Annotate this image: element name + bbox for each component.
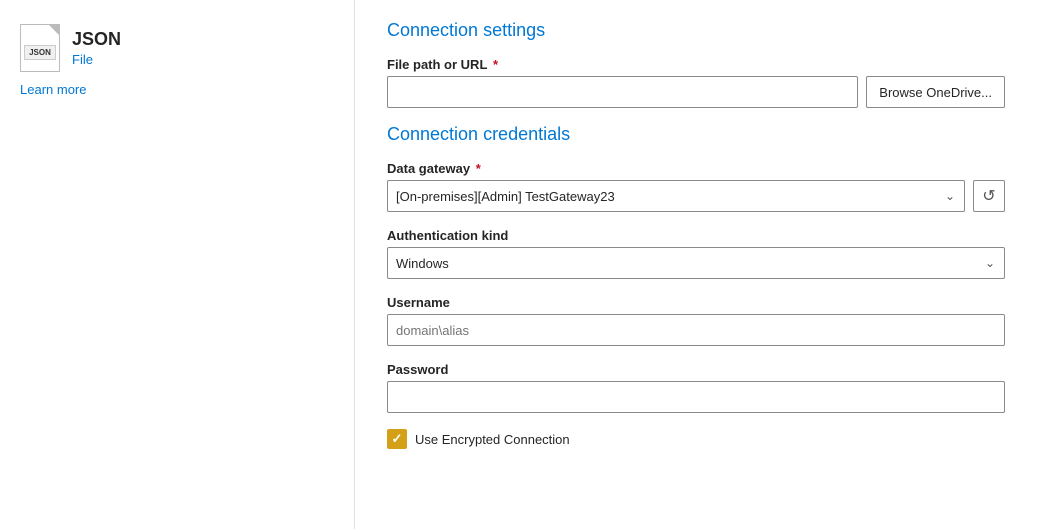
connection-credentials-section: Connection credentials Data gateway * [O… <box>387 124 1005 449</box>
json-file-icon: JSON <box>20 24 60 72</box>
connector-info: JSON File <box>72 29 121 67</box>
connection-settings-title: Connection settings <box>387 20 1005 41</box>
data-gateway-group: Data gateway * [On-premises][Admin] Test… <box>387 161 1005 212</box>
auth-kind-select[interactable]: Windows Basic Anonymous <box>387 247 1005 279</box>
gateway-required-star: * <box>472 161 481 176</box>
left-panel: JSON JSON File Learn more <box>0 0 355 529</box>
refresh-gateway-button[interactable]: ↺ <box>973 180 1005 212</box>
encrypted-checkbox[interactable]: ✓ <box>387 429 407 449</box>
connector-name: JSON <box>72 29 121 50</box>
browse-onedrive-button[interactable]: Browse OneDrive... <box>866 76 1005 108</box>
file-path-row: C:\test-examples\JSON\TailSpinToys1.json… <box>387 76 1005 108</box>
username-label: Username <box>387 295 1005 310</box>
required-star: * <box>489 57 498 72</box>
connector-header: JSON JSON File <box>20 24 334 72</box>
learn-more-link[interactable]: Learn more <box>20 82 334 97</box>
password-input[interactable] <box>387 381 1005 413</box>
connection-credentials-title: Connection credentials <box>387 124 1005 145</box>
encrypted-connection-row: ✓ Use Encrypted Connection <box>387 429 1005 449</box>
file-path-group: File path or URL * C:\test-examples\JSON… <box>387 57 1005 108</box>
username-input[interactable] <box>387 314 1005 346</box>
json-icon-label: JSON <box>24 45 56 60</box>
data-gateway-label: Data gateway * <box>387 161 1005 176</box>
password-label: Password <box>387 362 1005 377</box>
connection-settings-section: Connection settings File path or URL * C… <box>387 20 1005 108</box>
gateway-row: [On-premises][Admin] TestGateway23 ⌄ ↺ <box>387 180 1005 212</box>
password-group: Password <box>387 362 1005 413</box>
refresh-icon: ↺ <box>982 186 995 206</box>
username-group: Username <box>387 295 1005 346</box>
encrypted-connection-label: Use Encrypted Connection <box>415 432 570 447</box>
file-path-label: File path or URL * <box>387 57 1005 72</box>
auth-kind-group: Authentication kind Windows Basic Anonym… <box>387 228 1005 279</box>
right-panel: Connection settings File path or URL * C… <box>355 0 1037 529</box>
gateway-select-wrapper: [On-premises][Admin] TestGateway23 ⌄ <box>387 180 965 212</box>
data-gateway-select[interactable]: [On-premises][Admin] TestGateway23 <box>387 180 965 212</box>
auth-kind-select-wrapper: Windows Basic Anonymous ⌄ <box>387 247 1005 279</box>
auth-kind-label: Authentication kind <box>387 228 1005 243</box>
file-path-input[interactable]: C:\test-examples\JSON\TailSpinToys1.json <box>387 76 858 108</box>
connector-type: File <box>72 52 121 67</box>
checkmark-icon: ✓ <box>392 431 403 447</box>
